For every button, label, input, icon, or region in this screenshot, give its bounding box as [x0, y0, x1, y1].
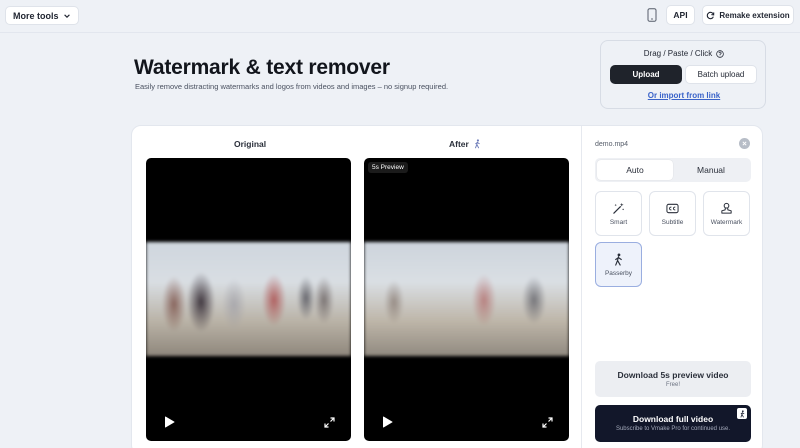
after-video-frame [364, 242, 569, 356]
preview-badge: 5s Preview [368, 162, 408, 173]
batch-upload-label: Batch upload [697, 70, 745, 79]
pro-badge [737, 408, 747, 419]
download-full-button[interactable]: Download full video Subscribe to Vmake P… [595, 405, 751, 442]
sidebar-divider [581, 126, 582, 448]
after-video[interactable]: 5s Preview [364, 158, 569, 441]
after-label-text: After [449, 139, 469, 149]
tool-passerby-label: Passerby [604, 269, 633, 277]
subtitle-icon [666, 203, 679, 213]
download-preview-button[interactable]: Download 5s preview video Free! [595, 361, 751, 397]
tool-subtitle-label: Subtitle [661, 218, 684, 226]
upload-button[interactable]: Upload [610, 65, 682, 84]
remake-extension-label: Remake extension [719, 10, 790, 20]
magic-wand-icon [613, 202, 624, 214]
after-label: After [449, 139, 482, 149]
import-from-link[interactable]: Or import from link [601, 91, 767, 100]
page-subtitle: Easily remove distracting watermarks and… [135, 82, 449, 91]
upload-button-label: Upload [632, 70, 660, 79]
editor-panel: Original After 5s Preview demo.mp4 Auto … [131, 125, 763, 448]
download-preview-subtitle: Free! [665, 382, 680, 388]
walking-person-icon [474, 139, 480, 149]
download-full-title: Download full video [632, 414, 714, 424]
tool-smart-label: Smart [609, 218, 628, 226]
more-tools-button[interactable]: More tools [5, 6, 79, 25]
original-video[interactable] [146, 158, 351, 441]
api-button[interactable]: API [666, 5, 695, 25]
download-preview-title: Download 5s preview video [617, 370, 729, 380]
close-icon [742, 141, 747, 146]
fullscreen-icon[interactable] [324, 417, 335, 428]
batch-upload-button[interactable]: Batch upload [685, 65, 757, 84]
remove-file-button[interactable] [739, 138, 750, 149]
page-title: Watermark & text remover [134, 56, 390, 79]
refresh-icon [707, 11, 715, 19]
top-bar-divider [0, 32, 800, 33]
play-icon[interactable] [164, 416, 175, 428]
original-label-text: Original [234, 139, 267, 149]
remake-extension-button[interactable]: Remake extension [702, 5, 794, 25]
fullscreen-icon[interactable] [542, 417, 553, 428]
upload-dropzone[interactable]: Drag / Paste / Click Upload Batch upload… [600, 40, 766, 109]
mobile-phone-icon[interactable] [647, 8, 657, 22]
api-label: API [673, 10, 688, 20]
more-tools-label: More tools [13, 10, 59, 21]
tool-passerby[interactable]: Passerby [595, 242, 642, 287]
tab-manual[interactable]: Manual [673, 160, 749, 180]
original-video-frame [146, 242, 351, 356]
chevron-down-icon [63, 13, 70, 18]
mode-toggle: Auto Manual [595, 158, 751, 182]
download-full-subtitle: Subscribe to Vmake Pro for continued use… [615, 426, 731, 432]
tool-smart[interactable]: Smart [595, 191, 642, 236]
walking-person-icon [739, 409, 744, 418]
drag-label: Drag / Paste / Click [601, 49, 767, 58]
top-bar: More tools API Remake extension [0, 0, 800, 32]
tool-watermark-label: Watermark [710, 218, 743, 226]
tool-subtitle[interactable]: Subtitle [649, 191, 696, 236]
help-icon[interactable] [716, 49, 724, 58]
tool-watermark[interactable]: Watermark [703, 191, 750, 236]
stamp-icon [721, 202, 732, 214]
original-label: Original [234, 139, 266, 149]
walking-person-icon [615, 252, 622, 266]
play-icon[interactable] [382, 416, 393, 428]
tab-auto[interactable]: Auto [597, 160, 673, 180]
file-name: demo.mp4 [595, 141, 629, 148]
drag-label-text: Drag / Paste / Click [643, 49, 713, 58]
